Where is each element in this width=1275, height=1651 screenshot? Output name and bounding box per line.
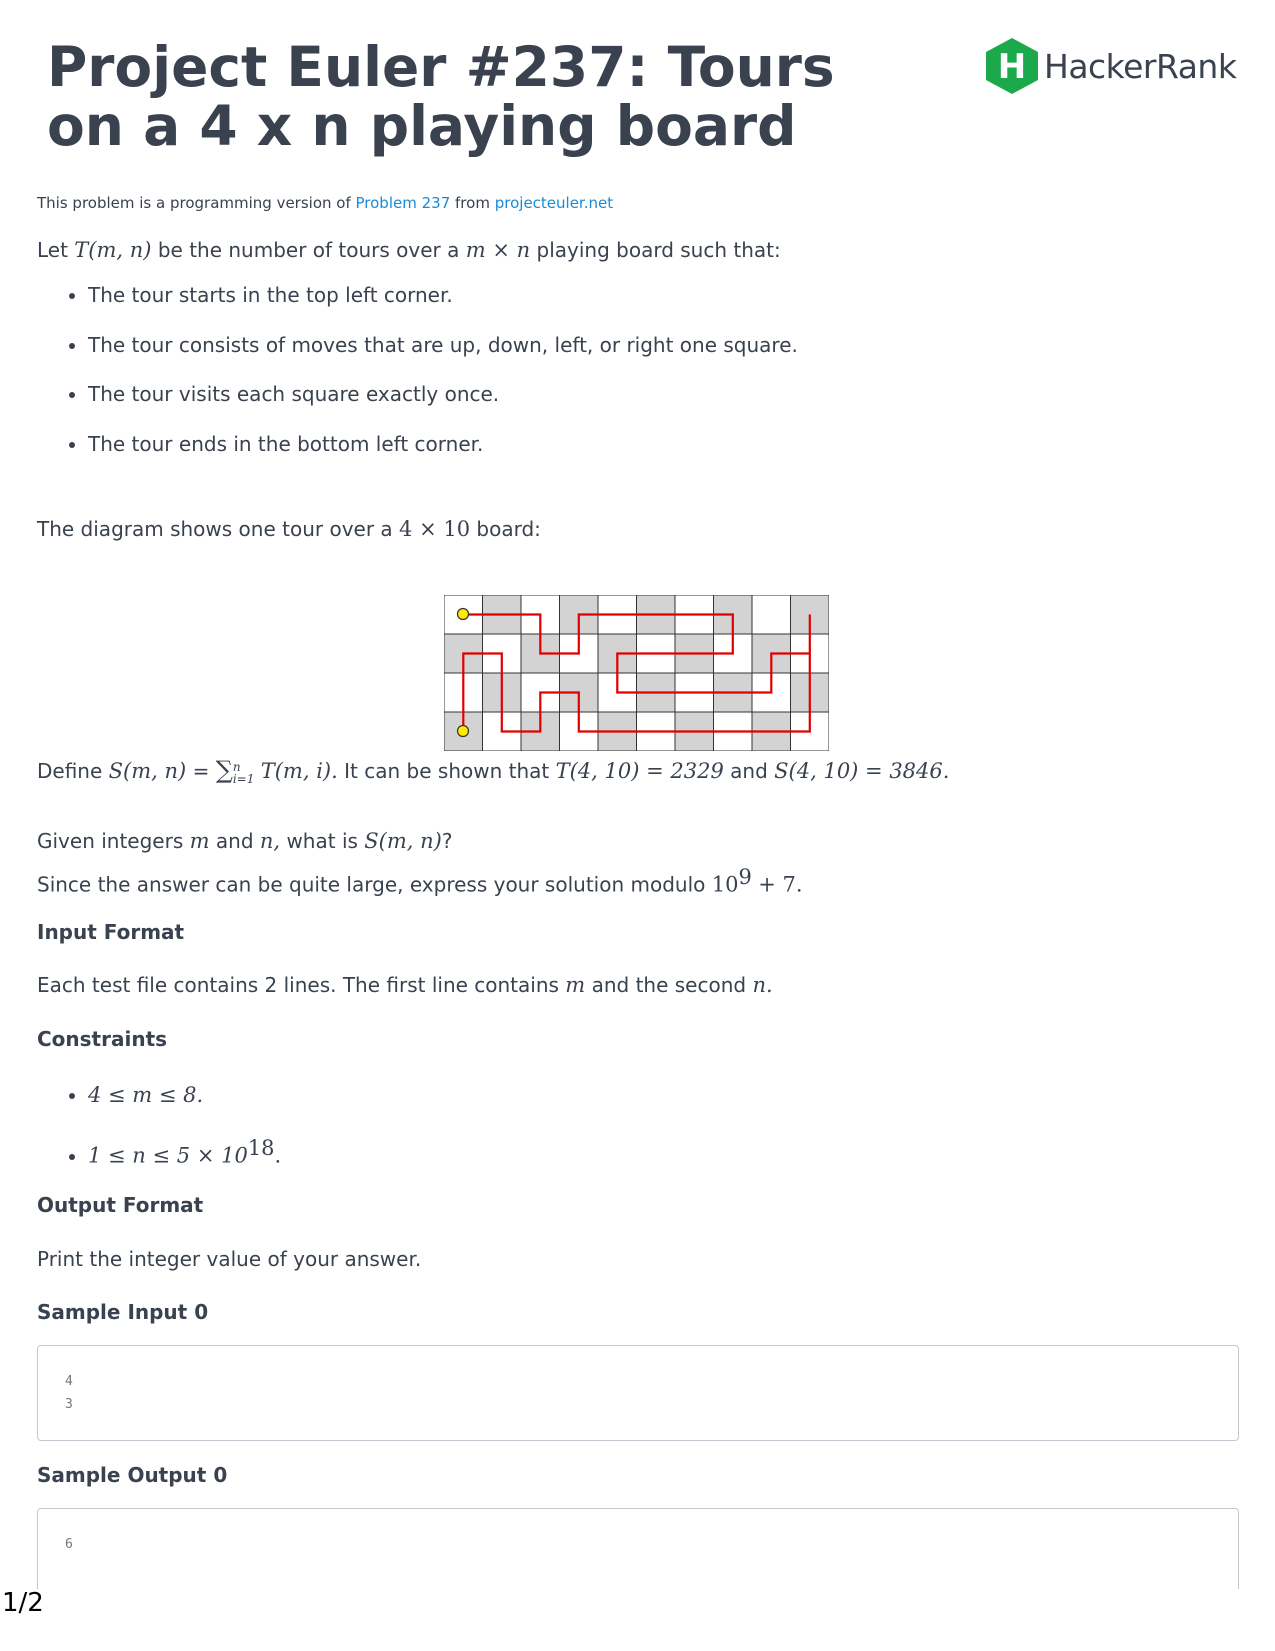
modulo-line: Since the answer can be quite large, exp… (37, 865, 803, 897)
code-line: 4 (65, 1374, 73, 1389)
define-s-line: Define S(m, n) = ∑ n i=1 T(m, i). It can b… (37, 756, 950, 786)
projecteuler-link[interactable]: projecteuler.net (495, 194, 613, 212)
input-format-text: Each test file contains 2 lines. The fir… (37, 973, 773, 997)
rules-list: The tour starts in the top left corner. … (62, 283, 798, 481)
question-line: Given integers m and n, what is S(m, n)? (37, 829, 453, 853)
logo-text: HackerRank (1044, 46, 1237, 86)
end-dot (456, 724, 470, 738)
code-line: 6 (65, 1537, 73, 1552)
board-cell (751, 595, 791, 635)
problem-link[interactable]: Problem 237 (356, 194, 451, 212)
svg-text:H: H (998, 47, 1026, 87)
sample-output-heading: Sample Output 0 (37, 1463, 228, 1487)
page-title: Project Euler #237: Tours on a 4 x n pla… (47, 35, 835, 158)
input-format-heading: Input Format (37, 920, 185, 944)
list-item: The tour consists of moves that are up, … (88, 333, 798, 383)
sample-input-heading: Sample Input 0 (37, 1300, 209, 1324)
page-number: 1/2 (2, 1588, 44, 1618)
intro-line: This problem is a programming version of… (37, 194, 614, 212)
hackerrank-logo-icon: H (986, 38, 1038, 94)
list-item: The tour visits each square exactly once… (88, 382, 798, 432)
list-item: 4 ≤ m ≤ 8. (88, 1083, 281, 1136)
constraints-heading: Constraints (37, 1027, 168, 1051)
code-line: 3 (65, 1397, 73, 1412)
sample-input-box[interactable]: 4 3 (37, 1345, 1239, 1441)
list-item: The tour ends in the bottom left corner. (88, 432, 798, 482)
list-item: 1 ≤ n ≤ 5 × 1018. (88, 1136, 281, 1186)
output-format-heading: Output Format (37, 1193, 204, 1217)
output-format-text: Print the integer value of your answer. (37, 1247, 422, 1271)
sample-output-box[interactable]: 6 (37, 1508, 1239, 1589)
tour-board-diagram (444, 595, 829, 751)
constraints-list: 4 ≤ m ≤ 8. 1 ≤ n ≤ 5 × 1018. (62, 1083, 281, 1186)
start-dot (456, 607, 470, 621)
definition-line: Let T(m, n) be the number of tours over … (37, 238, 781, 262)
hackerrank-logo[interactable]: H HackerRank (986, 38, 1237, 94)
diagram-caption: The diagram shows one tour over a 4 × 10… (37, 517, 541, 541)
list-item: The tour starts in the top left corner. (88, 283, 798, 333)
